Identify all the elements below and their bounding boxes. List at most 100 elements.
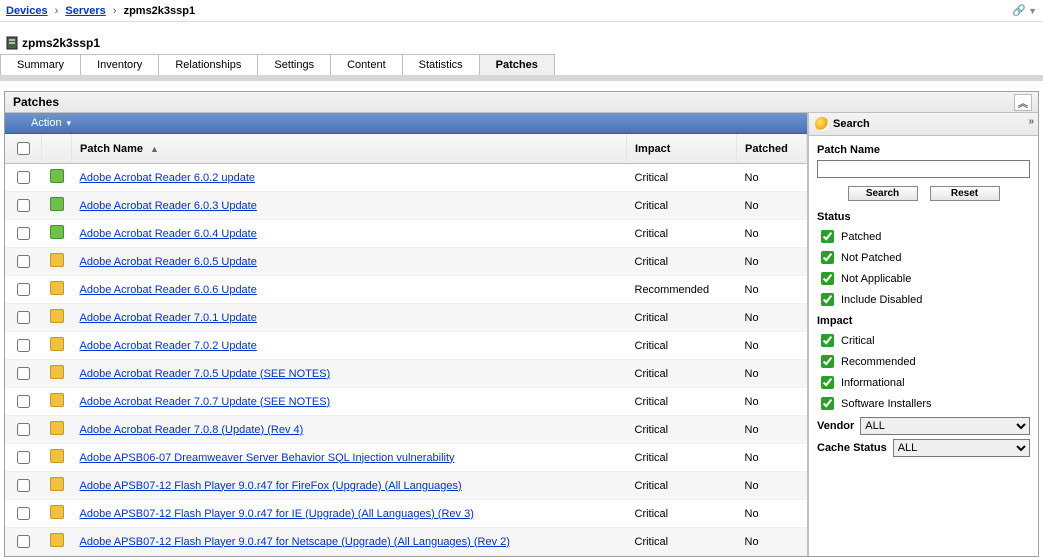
status-section-label: Status [817,211,1030,223]
table-row: Adobe APSB07-12 Flash Player 9.0.r47 for… [5,528,807,556]
row-checkbox[interactable] [17,171,30,184]
expand-icon[interactable]: » [1028,116,1034,127]
package-icon [50,421,64,435]
collapse-icon[interactable]: ︽ [1014,94,1032,111]
chevron-down-icon: ▾ [67,118,72,128]
package-icon [50,533,64,547]
header-patch-name[interactable]: Patch Name ▲ [72,134,627,164]
package-icon [50,365,64,379]
breadcrumb: Devices › Servers › zpms2k3ssp1 [6,5,195,17]
header-patch-name-label: Patch Name [80,143,143,155]
patched-cell: No [737,164,807,192]
status-checkbox[interactable] [821,272,834,285]
row-checkbox[interactable] [17,311,30,324]
package-icon [50,169,64,183]
tab-settings[interactable]: Settings [257,54,331,75]
row-checkbox[interactable] [17,451,30,464]
link-icon[interactable]: 🔗▼ [1012,4,1037,17]
patch-link[interactable]: Adobe APSB06-07 Dreamweaver Server Behav… [80,452,455,464]
impact-row: Critical [817,331,1030,350]
patched-cell: No [737,360,807,388]
breadcrumb-sep: › [113,5,117,17]
impact-label: Informational [841,377,905,389]
patch-link[interactable]: Adobe APSB07-12 Flash Player 9.0.r47 for… [80,536,510,548]
impact-row: Informational [817,373,1030,392]
impact-checkbox[interactable] [821,355,834,368]
table-row: Adobe APSB07-12 Flash Player 9.0.r47 for… [5,500,807,528]
patch-link[interactable]: Adobe Acrobat Reader 6.0.5 Update [80,256,257,268]
row-checkbox[interactable] [17,283,30,296]
tab-patches[interactable]: Patches [479,54,555,75]
row-checkbox[interactable] [17,507,30,520]
reset-button[interactable]: Reset [930,186,1000,201]
impact-checkbox[interactable] [821,334,834,347]
tab-inventory[interactable]: Inventory [80,54,159,75]
row-checkbox[interactable] [17,255,30,268]
row-checkbox[interactable] [17,395,30,408]
patch-link[interactable]: Adobe Acrobat Reader 7.0.8 (Update) (Rev… [80,424,304,436]
patches-grid: Action ▾ Patch Name ▲ Impac [5,113,808,556]
action-menu-label: Action [31,117,62,129]
package-icon [50,253,64,267]
row-checkbox[interactable] [17,423,30,436]
search-icon [815,117,829,131]
header-patched[interactable]: Patched [737,134,807,164]
status-checkbox[interactable] [821,251,834,264]
patch-name-input[interactable] [817,160,1030,178]
status-checkbox[interactable] [821,293,834,306]
row-checkbox[interactable] [17,535,30,548]
status-row: Not Applicable [817,269,1030,288]
impact-cell: Critical [627,388,737,416]
table-row: Adobe Acrobat Reader 7.0.8 (Update) (Rev… [5,416,807,444]
table-row: Adobe Acrobat Reader 6.0.5 UpdateCritica… [5,248,807,276]
patched-cell: No [737,276,807,304]
patch-link[interactable]: Adobe Acrobat Reader 7.0.5 Update (SEE N… [80,368,331,380]
patch-link[interactable]: Adobe Acrobat Reader 6.0.6 Update [80,284,257,296]
tab-summary[interactable]: Summary [0,54,81,75]
row-checkbox[interactable] [17,199,30,212]
vendor-select[interactable]: ALL [860,417,1030,435]
page-title: zpms2k3ssp1 [0,22,1043,50]
row-checkbox[interactable] [17,339,30,352]
table-row: Adobe Acrobat Reader 7.0.1 UpdateCritica… [5,304,807,332]
impact-cell: Critical [627,192,737,220]
impact-checkbox[interactable] [821,397,834,410]
status-label: Patched [841,231,881,243]
row-checkbox[interactable] [17,367,30,380]
cache-status-select[interactable]: ALL [893,439,1030,457]
package-icon [50,197,64,211]
package-icon [50,449,64,463]
package-icon [50,393,64,407]
patch-link[interactable]: Adobe Acrobat Reader 6.0.3 Update [80,200,257,212]
tab-statistics[interactable]: Statistics [402,54,480,75]
status-checkbox[interactable] [821,230,834,243]
breadcrumb-devices[interactable]: Devices [6,5,48,17]
patch-link[interactable]: Adobe Acrobat Reader 6.0.2 update [80,172,256,184]
header-icon-cell [42,134,72,164]
page-title-text: zpms2k3ssp1 [22,36,100,50]
patch-link[interactable]: Adobe Acrobat Reader 7.0.7 Update (SEE N… [80,396,331,408]
tab-content[interactable]: Content [330,54,403,75]
status-row: Include Disabled [817,290,1030,309]
patch-link[interactable]: Adobe APSB07-12 Flash Player 9.0.r47 for… [80,480,462,492]
patch-link[interactable]: Adobe Acrobat Reader 7.0.1 Update [80,312,257,324]
breadcrumb-servers[interactable]: Servers [65,5,105,17]
impact-label: Software Installers [841,398,931,410]
row-checkbox[interactable] [17,227,30,240]
patch-link[interactable]: Adobe APSB07-12 Flash Player 9.0.r47 for… [80,508,474,520]
action-menu[interactable]: Action ▾ [31,117,71,129]
row-checkbox[interactable] [17,479,30,492]
patches-panel-title: Patches [13,95,59,109]
impact-checkbox[interactable] [821,376,834,389]
search-button[interactable]: Search [848,186,918,201]
select-all-checkbox[interactable] [17,142,30,155]
patches-panel: Patches ︽ Action ▾ P [4,91,1039,557]
patch-link[interactable]: Adobe Acrobat Reader 6.0.4 Update [80,228,257,240]
package-icon [50,337,64,351]
patch-link[interactable]: Adobe Acrobat Reader 7.0.2 Update [80,340,257,352]
impact-label: Critical [841,335,875,347]
breadcrumb-current: zpms2k3ssp1 [124,5,196,17]
tab-relationships[interactable]: Relationships [158,54,258,75]
patched-cell: No [737,528,807,556]
header-impact[interactable]: Impact [627,134,737,164]
